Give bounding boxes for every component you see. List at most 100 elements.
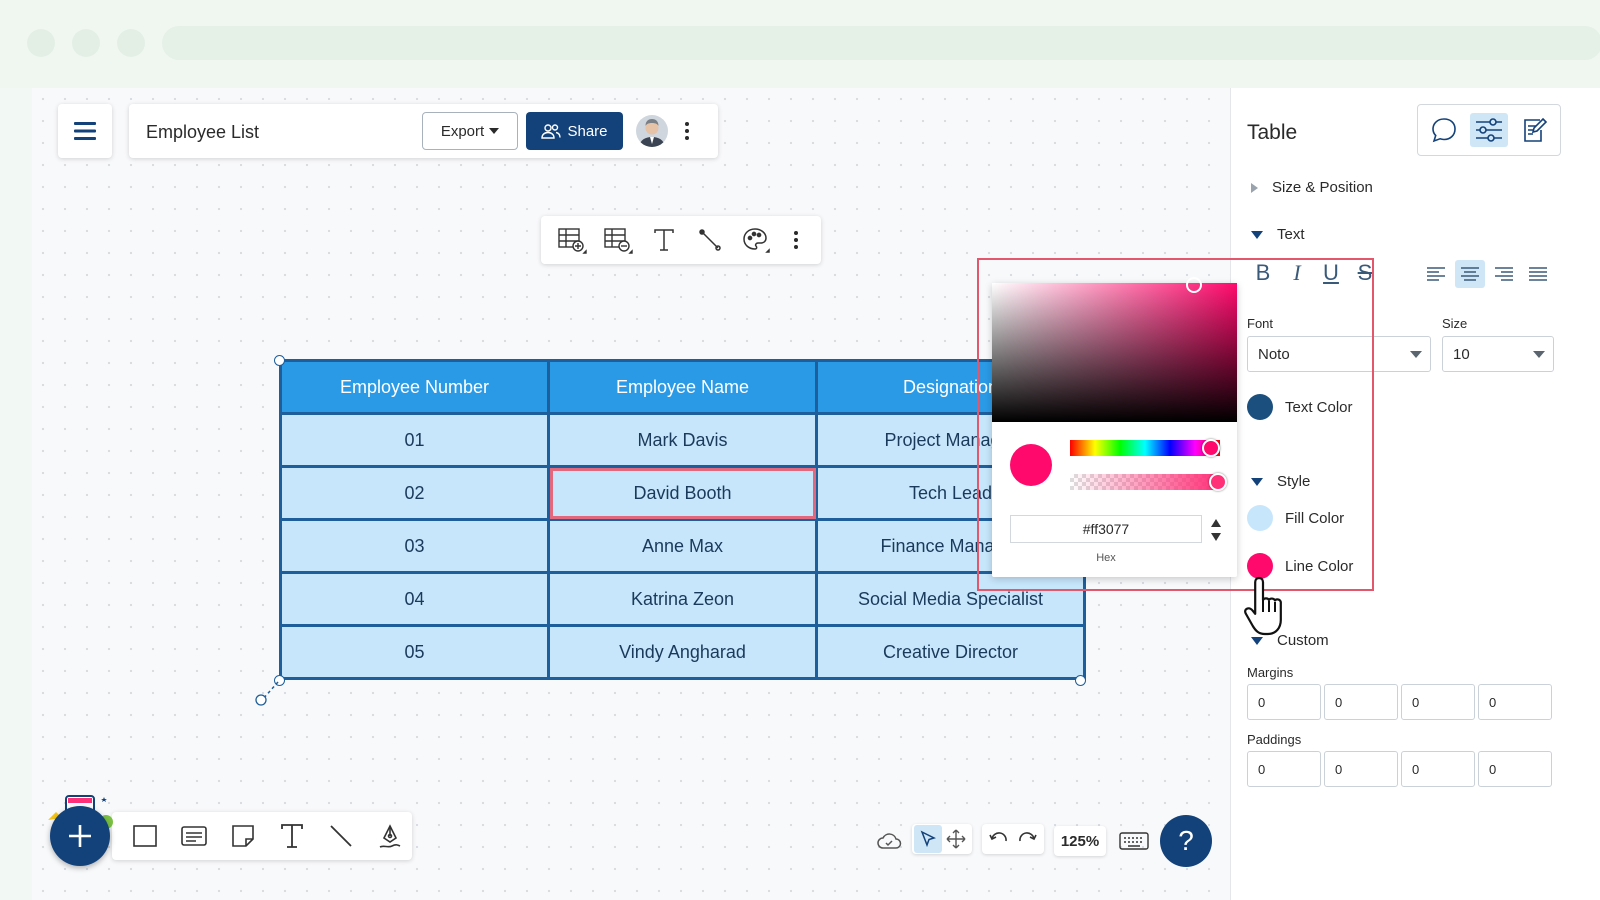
zoom-level[interactable]: 125% — [1054, 826, 1106, 856]
text-icon — [280, 824, 303, 848]
size-select[interactable]: 10 — [1442, 336, 1554, 372]
table-cell[interactable]: Vindy Angharad — [547, 624, 818, 680]
text-tool[interactable] — [269, 816, 314, 856]
keyboard-icon — [1119, 832, 1149, 850]
sticky-note-tool[interactable] — [220, 816, 265, 856]
rotate-handle[interactable] — [252, 680, 282, 710]
more-options-icon[interactable] — [677, 119, 697, 143]
cloud-save-button[interactable] — [874, 826, 904, 856]
table-cell[interactable]: Katrina Zeon — [547, 571, 818, 627]
line-color-label: Line Color — [1285, 557, 1354, 575]
help-button[interactable]: ? — [1160, 815, 1212, 867]
hue-slider[interactable] — [1070, 440, 1220, 456]
margin-input[interactable]: 0 — [1478, 684, 1552, 720]
table-row: 04 Katrina Zeon Social Media Specialist — [279, 571, 1086, 627]
align-justify-button[interactable] — [1523, 260, 1553, 288]
hex-label: Hex — [1096, 552, 1116, 564]
strikethrough-button[interactable]: S — [1352, 260, 1378, 286]
paddings-label: Paddings — [1247, 732, 1302, 747]
font-select[interactable]: Noto — [1247, 336, 1431, 372]
alpha-slider[interactable] — [1070, 474, 1220, 490]
fill-color-row[interactable]: Fill Color — [1247, 505, 1344, 531]
margin-input[interactable]: 0 — [1401, 684, 1475, 720]
table-cell[interactable]: Creative Director — [815, 624, 1086, 680]
table-cell[interactable]: 01 — [279, 412, 550, 468]
underline-button[interactable]: U — [1318, 260, 1344, 286]
text-color-row[interactable]: Text Color — [1247, 394, 1353, 420]
rectangle-tool[interactable] — [122, 816, 167, 856]
table-cell[interactable]: Mark Davis — [547, 412, 818, 468]
align-center-button[interactable] — [1455, 260, 1485, 288]
table-header-cell[interactable]: Employee Number — [279, 359, 550, 415]
bold-button[interactable]: B — [1250, 260, 1276, 286]
select-mode-button[interactable] — [914, 825, 942, 853]
address-bar[interactable] — [162, 26, 1600, 60]
sticky-note-icon — [231, 825, 254, 847]
table-cell[interactable]: Social Media Specialist — [815, 571, 1086, 627]
align-right-button[interactable] — [1489, 260, 1519, 288]
align-right-icon — [1495, 267, 1513, 281]
comment-icon — [1432, 118, 1457, 143]
keyboard-shortcuts-button[interactable] — [1116, 826, 1152, 856]
size-value: 10 — [1453, 345, 1470, 363]
size-label: Size — [1442, 316, 1468, 331]
users-icon — [541, 124, 562, 139]
color-palette-button[interactable] — [740, 224, 772, 256]
text-tool-button[interactable] — [648, 224, 680, 256]
main-menu-button[interactable] — [58, 104, 112, 158]
selected-table-cell[interactable]: David Booth — [547, 465, 818, 521]
card-tool[interactable] — [171, 816, 216, 856]
add-shape-button[interactable] — [50, 806, 110, 866]
resize-handle[interactable] — [1075, 675, 1086, 686]
pan-mode-button[interactable] — [942, 825, 970, 853]
padding-input[interactable]: 0 — [1478, 751, 1552, 787]
hue-slider-knob[interactable] — [1202, 439, 1220, 457]
margin-input[interactable]: 0 — [1247, 684, 1321, 720]
padding-input[interactable]: 0 — [1324, 751, 1398, 787]
italic-button[interactable]: I — [1284, 260, 1310, 286]
section-text[interactable]: Text — [1251, 226, 1305, 243]
fill-color-swatch[interactable] — [1247, 505, 1273, 531]
align-left-button[interactable] — [1421, 260, 1451, 288]
hex-input[interactable]: #ff3077 — [1010, 515, 1202, 543]
table-cell[interactable]: 05 — [279, 624, 550, 680]
table-header-cell[interactable]: Employee Name — [547, 359, 818, 415]
window-dot — [72, 29, 100, 57]
add-table-row-button[interactable] — [556, 224, 588, 256]
padding-input[interactable]: 0 — [1247, 751, 1321, 787]
padding-input[interactable]: 0 — [1401, 751, 1475, 787]
margin-input[interactable]: 0 — [1324, 684, 1398, 720]
chevron-up-icon — [1211, 519, 1221, 527]
table-cell[interactable]: 03 — [279, 518, 550, 574]
table-cell[interactable]: 04 — [279, 571, 550, 627]
toolbar-more-icon[interactable] — [786, 228, 806, 252]
remove-table-row-button[interactable] — [602, 224, 634, 256]
tab-properties[interactable] — [1469, 113, 1508, 147]
table-cell[interactable]: Anne Max — [547, 518, 818, 574]
export-label: Export — [440, 122, 485, 140]
line-style-button[interactable] — [694, 224, 726, 256]
pen-tool[interactable] — [367, 816, 412, 856]
document-title[interactable]: Employee List — [146, 122, 259, 143]
employee-table[interactable]: Employee Number Employee Name Designatio… — [279, 359, 1086, 680]
tab-notes[interactable] — [1515, 113, 1553, 147]
saturation-value-area[interactable] — [992, 283, 1237, 422]
alpha-slider-knob[interactable] — [1209, 473, 1227, 491]
export-button[interactable]: Export — [422, 112, 518, 150]
share-label: Share — [567, 122, 608, 140]
saturation-knob[interactable] — [1186, 277, 1202, 293]
redo-icon — [1019, 832, 1037, 842]
table-cell[interactable]: 02 — [279, 465, 550, 521]
section-size-position[interactable]: Size & Position — [1251, 179, 1373, 196]
tab-comments[interactable] — [1425, 113, 1463, 147]
format-stepper[interactable] — [1209, 519, 1223, 541]
line-tool[interactable] — [318, 816, 363, 856]
share-button[interactable]: Share — [526, 112, 623, 150]
text-color-swatch[interactable] — [1247, 394, 1273, 420]
resize-handle[interactable] — [274, 355, 285, 366]
section-style[interactable]: Style — [1251, 473, 1310, 490]
undo-button[interactable] — [985, 825, 1013, 853]
user-avatar[interactable] — [636, 115, 668, 147]
color-preview-swatch — [1010, 444, 1052, 486]
redo-button[interactable] — [1013, 825, 1041, 853]
